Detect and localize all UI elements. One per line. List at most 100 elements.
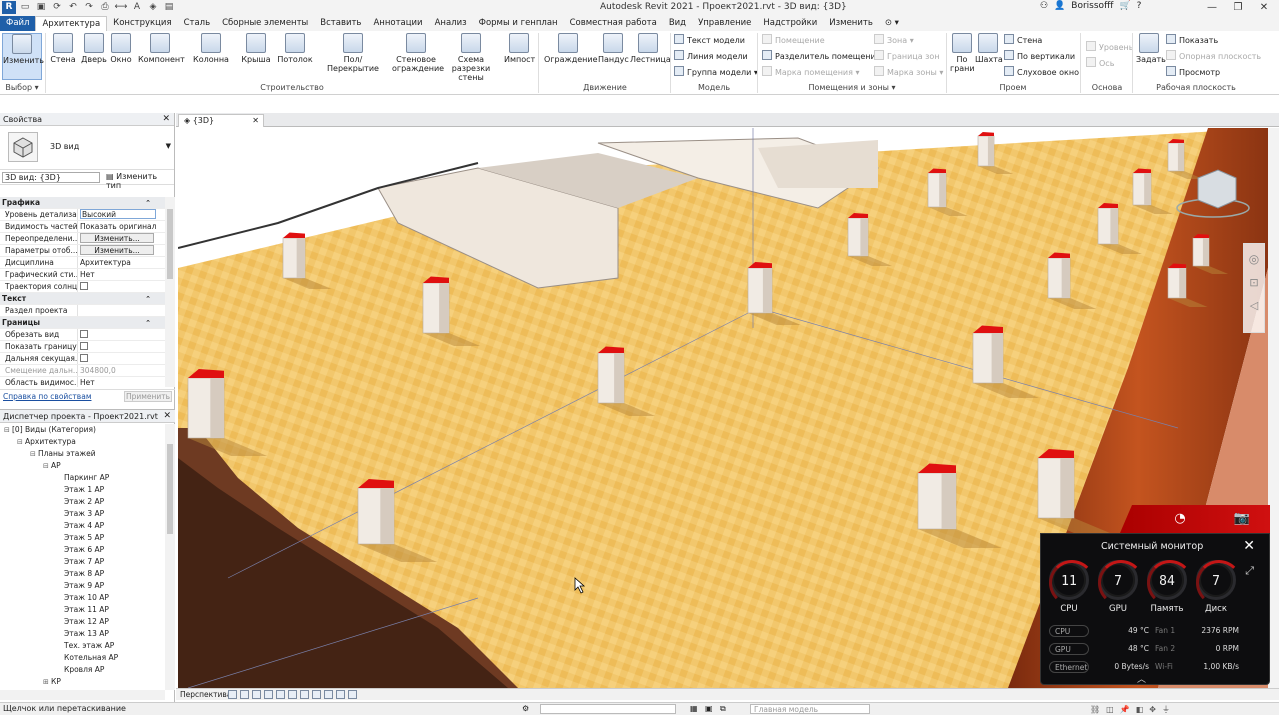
select-links-icon[interactable]: ⛓ [1090, 704, 1100, 715]
tab-manage[interactable]: Управление [692, 16, 757, 31]
reveal-hidden-icon[interactable] [336, 690, 345, 699]
tree-node[interactable]: ⊟ Планы этажей [0, 448, 165, 460]
collapse-icon[interactable]: ⌃ [145, 197, 151, 209]
set-workplane-button[interactable]: Задать [1136, 33, 1166, 64]
revit-logo-icon[interactable]: R [2, 1, 16, 14]
close-hidden-icon[interactable]: ▤ [162, 1, 176, 14]
tree-node[interactable]: ⊞ КР [0, 676, 165, 688]
edit-button[interactable]: Изменить... [80, 233, 154, 243]
workset-combo[interactable] [540, 704, 676, 714]
room-separator-button[interactable]: Разделитель помещений [762, 49, 881, 65]
dormer-button[interactable]: Слуховое окно [1004, 65, 1079, 81]
text-icon[interactable]: A [130, 1, 144, 14]
tab-structure[interactable]: Конструкция [107, 16, 177, 31]
area-tag-button[interactable]: Марка зоны ▾ [874, 65, 943, 81]
room-tag-button[interactable]: Марка помещения ▾ [762, 65, 860, 81]
tree-node[interactable]: Этаж 1 АР [0, 484, 165, 496]
room-button[interactable]: Помещение [762, 33, 825, 49]
property-group[interactable]: Текст ⌃ [0, 293, 165, 305]
property-row[interactable]: Область видимос... Нет [0, 377, 165, 387]
property-row[interactable]: Показать границу... [0, 341, 165, 353]
mullion-button[interactable]: Импост [504, 33, 535, 64]
tree-node[interactable]: Этаж 2 АР [0, 496, 165, 508]
select-by-face-icon[interactable]: ◧ [1136, 704, 1144, 715]
camera-tab-icon[interactable]: 📷 [1232, 511, 1252, 527]
expand-icon[interactable]: ⤢ [1245, 564, 1254, 578]
drag-elements-icon[interactable]: ✥ [1149, 704, 1156, 715]
property-value[interactable]: Архитектура [78, 257, 165, 268]
tree-node[interactable]: Тех. этаж АР [0, 640, 165, 652]
ribbon-minimize-icon[interactable]: ⊙ ▾ [879, 16, 905, 31]
undo-icon[interactable]: ↶ [66, 1, 80, 14]
active-model-combo[interactable]: Главная модель [750, 704, 870, 714]
scroll-thumb[interactable] [167, 444, 173, 534]
wall-opening-button[interactable]: Стена [1004, 33, 1042, 49]
tab-3d-view[interactable]: ◈ {3D} ✕ [178, 114, 264, 127]
tree-node[interactable]: ⊟ [0] Виды (Категория) [0, 424, 165, 436]
filter-icon[interactable]: ⏚ [1162, 704, 1170, 715]
browser-hscrollbar[interactable] [0, 690, 165, 700]
close-icon[interactable]: ✕ [252, 115, 259, 127]
tree-node[interactable]: Этаж 6 АР [0, 544, 165, 556]
area-button[interactable]: Зона ▾ [874, 33, 914, 49]
measure-icon[interactable]: ⟷ [114, 1, 128, 14]
property-value[interactable] [78, 353, 165, 364]
save-icon[interactable]: ▣ [34, 1, 48, 14]
temporary-hide-icon[interactable] [324, 690, 333, 699]
railing-button[interactable]: Ограждение [544, 33, 598, 64]
model-text-button[interactable]: Текст модели [674, 33, 745, 49]
design-options-icon[interactable]: ▦ [690, 703, 698, 715]
stair-button[interactable]: Лестница [630, 33, 671, 64]
tab-addins[interactable]: Надстройки [757, 16, 823, 31]
property-value[interactable]: Показать оригинал [78, 221, 165, 232]
checkbox[interactable] [80, 354, 88, 362]
browser-scrollbar[interactable] [165, 424, 175, 690]
shadows-icon[interactable] [264, 690, 273, 699]
tree-node[interactable]: Этаж 3 АР [0, 508, 165, 520]
floor-button[interactable]: Пол/Перекрытие [318, 33, 388, 73]
3d-view-icon[interactable]: ◈ [146, 1, 160, 14]
tree-node[interactable]: Котельная АР [0, 652, 165, 664]
tab-massing-site[interactable]: Формы и генплан [473, 16, 564, 31]
property-row[interactable]: Дальняя секущая... [0, 353, 165, 365]
sun-path-icon[interactable] [252, 690, 261, 699]
tab-view[interactable]: Вид [663, 16, 692, 31]
property-value[interactable] [78, 329, 165, 340]
panel-select[interactable]: Выбор ▾ [2, 83, 42, 92]
property-value[interactable]: Высокий [78, 209, 165, 220]
infocenter-icon[interactable]: ⚇ [1040, 1, 1048, 11]
property-value[interactable]: Изменить... [78, 233, 165, 244]
component-button[interactable]: Компонент [138, 33, 185, 64]
tree-node[interactable]: ⊟ Архитектура [0, 436, 165, 448]
tree-node[interactable]: ⊟ АР [0, 460, 165, 472]
property-value[interactable] [78, 281, 165, 292]
collapse-icon[interactable]: ⌃ [145, 293, 151, 305]
property-row[interactable]: Уровень детализа... Высокий [0, 209, 165, 221]
property-row[interactable]: Графический сти... Нет [0, 269, 165, 281]
close-icon[interactable]: ✕ [162, 113, 170, 126]
worksets-icon[interactable]: ⚙ [522, 703, 529, 715]
show-workplane-button[interactable]: Показать [1166, 33, 1218, 49]
user-name[interactable]: Borissofff [1071, 1, 1113, 11]
roof-button[interactable]: Крыша [240, 33, 272, 64]
expand-toggle-icon[interactable]: ⊟ [30, 448, 38, 460]
open-icon[interactable]: ▭ [18, 1, 32, 14]
tab-precast[interactable]: Сборные элементы [216, 16, 314, 31]
grid-button[interactable]: Ось [1086, 56, 1114, 72]
show-crop-icon[interactable] [312, 690, 321, 699]
viewer-button[interactable]: Просмотр [1166, 65, 1220, 81]
chevron-up-icon[interactable]: ︿ [1137, 672, 1146, 685]
properties-scrollbar[interactable] [165, 197, 175, 387]
edit-button[interactable]: Изменить... [80, 245, 154, 255]
view-selector-combo[interactable]: 3D вид: {3D} [2, 172, 100, 183]
close-icon[interactable]: ✕ [1243, 538, 1255, 554]
editable-only-icon[interactable]: ▣ [705, 703, 713, 715]
door-button[interactable]: Дверь [80, 33, 108, 64]
tree-node[interactable]: Паркинг АР [0, 472, 165, 484]
tree-node[interactable]: Этаж 9 АР [0, 580, 165, 592]
lock-view-icon[interactable] [288, 690, 297, 699]
checkbox[interactable] [80, 330, 88, 338]
expand-toggle-icon[interactable]: ⊟ [4, 424, 12, 436]
select-underlay-icon[interactable]: ◫ [1106, 704, 1114, 715]
ref-plane-button[interactable]: Опорная плоскость [1166, 49, 1261, 65]
